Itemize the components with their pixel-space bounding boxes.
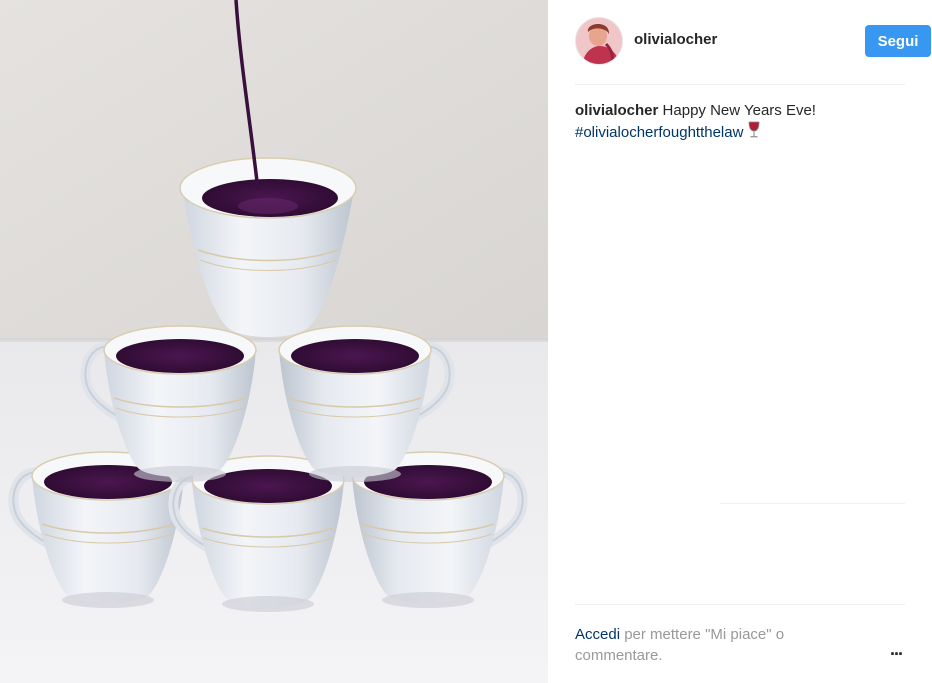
login-prompt: Accedi per mettere "Mi piace" o commenta… xyxy=(575,624,845,666)
header-username[interactable]: olivialocher xyxy=(634,31,717,48)
post-header: olivialocher Segui xyxy=(575,17,931,67)
avatar[interactable] xyxy=(575,17,623,65)
caption-text: Happy New Years Eve! xyxy=(662,102,816,119)
post-photo[interactable] xyxy=(0,0,548,683)
wine-glass-icon xyxy=(747,121,761,145)
post-sidebar: olivialocher Segui olivialocher Happy Ne… xyxy=(548,0,932,683)
follow-button[interactable]: Segui xyxy=(865,25,931,57)
post-caption: olivialocher Happy New Years Eve! #olivi… xyxy=(575,100,905,145)
post-dialog: olivialocher Segui olivialocher Happy Ne… xyxy=(0,0,932,683)
footer-divider xyxy=(575,604,905,605)
caption-hashtag[interactable]: #olivialocherfoughtthelaw xyxy=(575,124,743,141)
more-options-button[interactable]: ... xyxy=(884,640,908,664)
caption-username[interactable]: olivialocher xyxy=(575,102,658,119)
login-link[interactable]: Accedi xyxy=(575,626,620,643)
comments-divider xyxy=(720,503,905,504)
header-divider xyxy=(575,84,905,85)
